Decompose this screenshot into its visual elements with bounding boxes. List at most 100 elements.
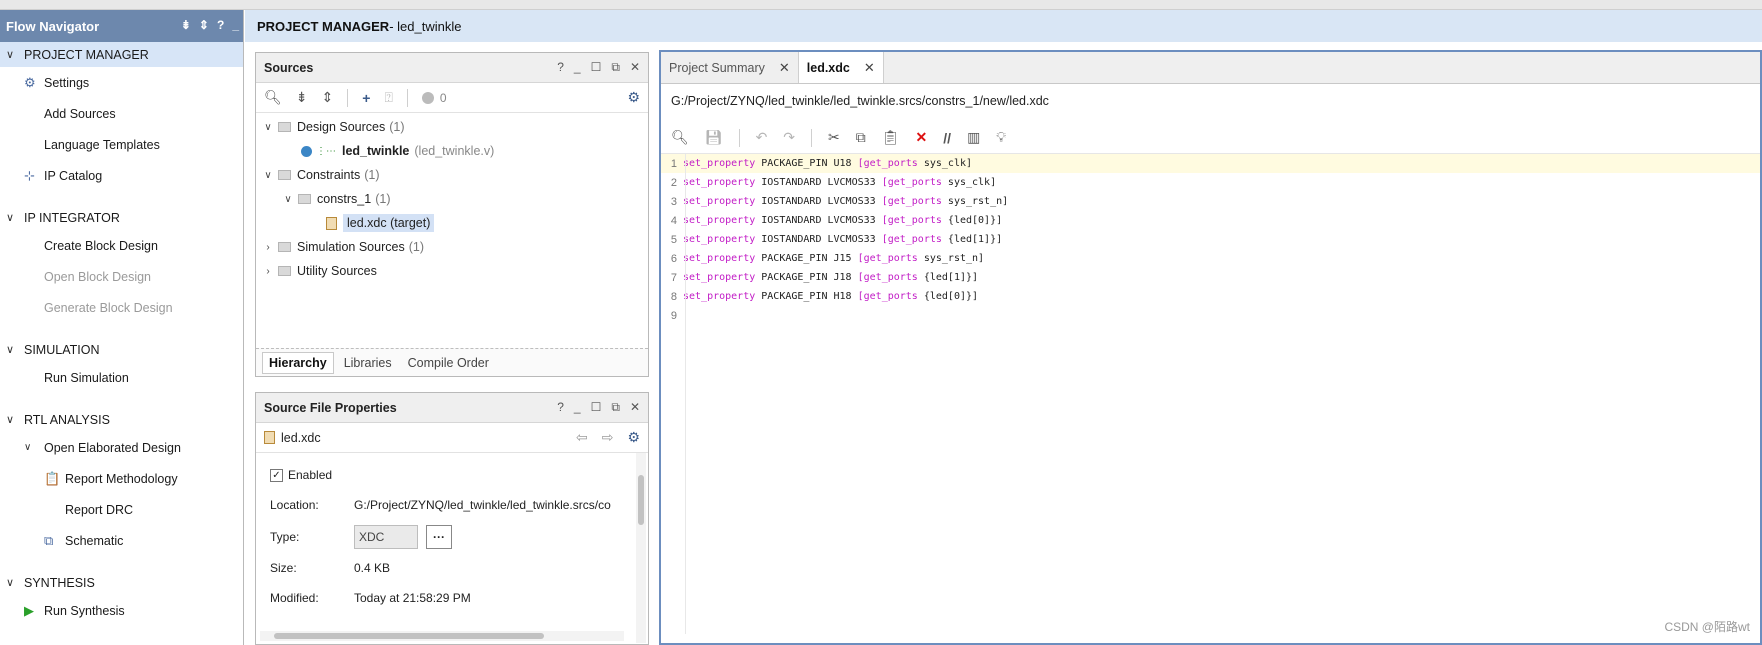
section-project-manager[interactable]: ∨ PROJECT MANAGER xyxy=(0,42,243,67)
folder-icon xyxy=(298,194,311,204)
close-tab-icon[interactable]: ✕ xyxy=(864,60,875,76)
search-icon[interactable]: 🔍︎ xyxy=(671,129,689,146)
chevron-down-icon[interactable]: ∨ xyxy=(282,194,294,205)
search-icon[interactable]: 🔍︎ xyxy=(264,89,282,106)
tab-libraries[interactable]: Libraries xyxy=(338,353,398,373)
scrollbar-thumb[interactable] xyxy=(274,633,544,639)
section-rtl-analysis[interactable]: ∨ RTL ANALYSIS xyxy=(0,407,243,432)
help-icon[interactable]: ? xyxy=(217,18,224,32)
tree-utility-sources[interactable]: › Utility Sources xyxy=(256,259,648,283)
delete-icon[interactable]: ✕ xyxy=(916,129,928,146)
scrollbar-thumb[interactable] xyxy=(638,475,644,525)
section-synthesis[interactable]: ∨ SYNTHESIS xyxy=(0,570,243,595)
code-line[interactable]: 9 xyxy=(661,306,1760,325)
tree-xdc-file[interactable]: led.xdc (target) xyxy=(256,211,648,235)
help-icon[interactable]: ? xyxy=(557,60,564,75)
code-line[interactable]: 7 set_property PACKAGE_PIN J18 [get_ports… xyxy=(661,268,1760,287)
close-icon[interactable]: ✕ xyxy=(630,60,640,75)
flow-navigator-header: Flow Navigator ⇟ ⇕ ? _ xyxy=(0,10,243,42)
minimize-icon[interactable]: _ xyxy=(232,18,239,32)
enabled-checkbox[interactable]: ✓ xyxy=(270,468,283,482)
tree-constraints[interactable]: ∨ Constraints (1) xyxy=(256,163,648,187)
paste-icon[interactable]: 📋︎ xyxy=(882,129,900,146)
document-question-icon[interactable]: ⍰ xyxy=(384,89,392,106)
copy-icon[interactable]: ⧉ xyxy=(856,129,866,146)
code-line[interactable]: 1 set_property PACKAGE_PIN U18 [get_ports… xyxy=(661,154,1760,173)
undo-icon[interactable]: ↶ xyxy=(756,129,768,146)
minimize-icon[interactable]: _ xyxy=(574,400,581,415)
tree-design-sources[interactable]: ∨ Design Sources (1) xyxy=(256,115,648,139)
add-icon[interactable]: + xyxy=(362,90,370,106)
type-row: Type: XDC ··· xyxy=(256,521,648,553)
forward-arrow-icon[interactable]: ⇨ xyxy=(602,429,614,446)
folder-icon xyxy=(278,170,291,180)
close-tab-icon[interactable]: ✕ xyxy=(779,60,790,76)
location-value: G:/Project/ZYNQ/led_twinkle/led_twinkle.… xyxy=(354,498,611,512)
editor-panel: Project Summary ✕ led.xdc ✕ G:/Project/Z… xyxy=(659,50,1762,645)
chevron-down-icon[interactable]: ∨ xyxy=(262,122,274,133)
section-simulation[interactable]: ∨ SIMULATION xyxy=(0,337,243,362)
back-arrow-icon[interactable]: ⇦ xyxy=(576,429,588,446)
nav-run-simulation[interactable]: Run Simulation xyxy=(0,362,243,393)
comment-toggle-icon[interactable]: // xyxy=(943,130,951,146)
code-line[interactable]: 6 set_property PACKAGE_PIN J15 [get_ports… xyxy=(661,249,1760,268)
collapse-all-icon[interactable]: ⇟ xyxy=(296,89,308,106)
code-line[interactable]: 8 set_property PACKAGE_PIN H18 [get_ports… xyxy=(661,287,1760,306)
expand-all-icon[interactable]: ⇕ xyxy=(199,18,209,32)
nav-settings[interactable]: ⚙ Settings xyxy=(0,67,243,98)
collapse-all-icon[interactable]: ⇟ xyxy=(181,18,191,32)
vertical-scrollbar[interactable] xyxy=(636,453,646,643)
chevron-down-icon[interactable]: ∨ xyxy=(6,413,24,426)
redo-icon[interactable]: ↷ xyxy=(783,129,795,146)
float-icon[interactable]: ⧉ xyxy=(611,60,620,75)
chevron-down-icon[interactable]: ∨ xyxy=(262,170,274,181)
chevron-right-icon[interactable]: › xyxy=(262,266,274,277)
expand-all-icon[interactable]: ⇕ xyxy=(322,89,334,106)
horizontal-scrollbar[interactable] xyxy=(260,631,624,641)
tab-project-summary[interactable]: Project Summary ✕ xyxy=(661,52,799,83)
tree-top-module[interactable]: ⋮⋯ led_twinkle (led_twinkle.v) xyxy=(256,139,648,163)
columns-icon[interactable]: ▥ xyxy=(967,129,980,146)
chevron-right-icon[interactable]: › xyxy=(262,242,274,253)
nav-open-elaborated-design[interactable]: ∨ Open Elaborated Design xyxy=(0,432,243,463)
section-ip-integrator[interactable]: ∨ IP INTEGRATOR xyxy=(0,205,243,230)
lightbulb-icon[interactable]: 💡︎ xyxy=(996,129,1006,146)
chevron-down-icon[interactable]: ∨ xyxy=(24,442,31,453)
nav-create-block-design[interactable]: Create Block Design xyxy=(0,230,243,261)
tab-compile-order[interactable]: Compile Order xyxy=(402,353,495,373)
maximize-icon[interactable]: ☐ xyxy=(591,400,602,415)
minimize-icon[interactable]: _ xyxy=(574,60,581,75)
tree-simulation-sources[interactable]: › Simulation Sources (1) xyxy=(256,235,648,259)
chevron-down-icon[interactable]: ∨ xyxy=(6,48,24,61)
more-options-button[interactable]: ··· xyxy=(426,525,452,549)
tab-led-xdc[interactable]: led.xdc ✕ xyxy=(798,52,884,83)
code-line[interactable]: 3 set_property IOSTANDARD LVCMOS33 [get_p… xyxy=(661,192,1760,211)
code-area[interactable]: 1 set_property PACKAGE_PIN U18 [get_ports… xyxy=(661,154,1760,634)
float-icon[interactable]: ⧉ xyxy=(611,400,620,415)
chevron-down-icon[interactable]: ∨ xyxy=(6,576,24,589)
code-line[interactable]: 4 set_property IOSTANDARD LVCMOS33 [get_p… xyxy=(661,211,1760,230)
folder-icon xyxy=(278,266,291,276)
tree-constrs-1[interactable]: ∨ constrs_1 (1) xyxy=(256,187,648,211)
code-line[interactable]: 5 set_property IOSTANDARD LVCMOS33 [get_p… xyxy=(661,230,1760,249)
nav-report-methodology[interactable]: 📋 Report Methodology xyxy=(0,463,243,494)
gear-icon[interactable]: ⚙ xyxy=(627,89,640,106)
nav-run-synthesis[interactable]: ▶ Run Synthesis xyxy=(0,595,243,626)
close-icon[interactable]: ✕ xyxy=(630,400,640,415)
chevron-down-icon[interactable]: ∨ xyxy=(6,343,24,356)
tab-hierarchy[interactable]: Hierarchy xyxy=(262,351,334,374)
nav-add-sources[interactable]: Add Sources xyxy=(0,98,243,129)
nav-ip-catalog[interactable]: ⊹ IP Catalog xyxy=(0,160,243,191)
maximize-icon[interactable]: ☐ xyxy=(591,60,602,75)
save-icon[interactable]: 💾︎ xyxy=(705,129,723,146)
nav-schematic[interactable]: ⧉ Schematic xyxy=(0,525,243,556)
chevron-down-icon[interactable]: ∨ xyxy=(6,211,24,224)
gear-icon[interactable]: ⚙ xyxy=(627,429,640,446)
sources-view-tabs: Hierarchy Libraries Compile Order xyxy=(256,348,648,376)
toolbar-divider xyxy=(811,128,813,147)
nav-language-templates[interactable]: Language Templates xyxy=(0,129,243,160)
cut-icon[interactable]: ✂ xyxy=(828,129,840,146)
code-line[interactable]: 2 set_property IOSTANDARD LVCMOS33 [get_p… xyxy=(661,173,1760,192)
nav-report-drc[interactable]: Report DRC xyxy=(0,494,243,525)
help-icon[interactable]: ? xyxy=(557,400,564,415)
